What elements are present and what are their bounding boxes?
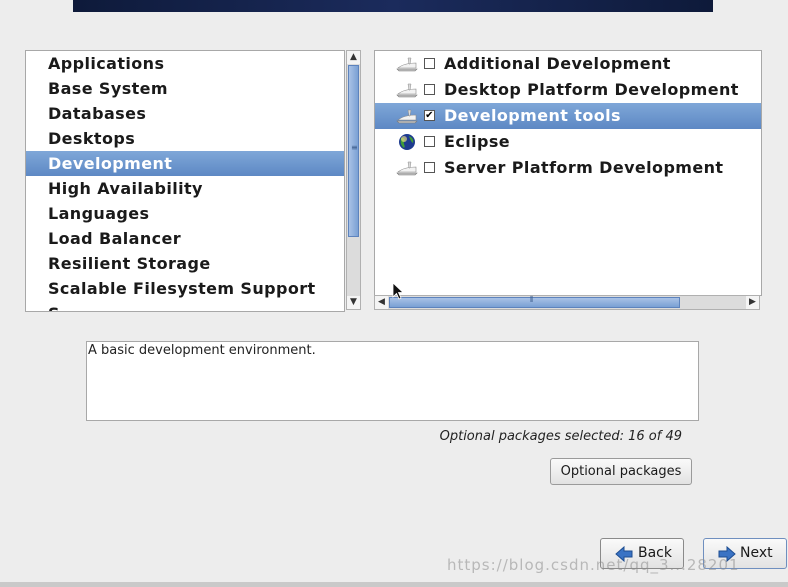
package-icon xyxy=(395,159,419,177)
group-item[interactable]: Eclipse xyxy=(375,129,761,155)
category-item[interactable]: Applications xyxy=(26,51,344,76)
category-item[interactable]: Languages xyxy=(26,201,344,226)
category-item[interactable]: Scalable Filesystem Support xyxy=(26,276,344,301)
group-item[interactable]: Server Platform Development xyxy=(375,155,761,181)
package-icon xyxy=(395,55,419,73)
group-label: Additional Development xyxy=(444,54,671,73)
group-item[interactable]: Additional Development xyxy=(375,51,761,77)
watermark: https://blog.csdn.net/qq_3...28201 xyxy=(447,556,740,574)
group-label: Desktop Platform Development xyxy=(444,80,739,99)
optional-count: Optional packages selected: 16 of 49 xyxy=(439,429,682,444)
group-checkbox[interactable] xyxy=(424,162,435,173)
scroll-down-button[interactable]: ▼ xyxy=(347,296,360,309)
scroll-right-button[interactable]: ▶ xyxy=(746,296,759,309)
bottom-bar xyxy=(0,582,788,587)
category-item[interactable]: Load Balancer xyxy=(26,226,344,251)
group-label: Development tools xyxy=(444,106,621,125)
group-checkbox[interactable] xyxy=(424,136,435,147)
group-checkbox[interactable] xyxy=(424,84,435,95)
group-list[interactable]: Additional Development Desktop Platform D… xyxy=(374,50,762,296)
optional-packages-button[interactable]: Optional packages xyxy=(550,458,692,485)
category-scrollbar[interactable]: ▲ ≡ ▼ xyxy=(346,50,361,310)
category-item[interactable]: High Availability xyxy=(26,176,344,201)
mouse-cursor-icon xyxy=(392,282,404,300)
group-checkbox[interactable]: ✔ xyxy=(424,110,435,121)
grip-icon: ≡ xyxy=(351,143,358,152)
header-banner xyxy=(73,0,713,12)
hscroll-thumb[interactable]: ⦀ xyxy=(389,295,680,308)
scroll-left-button[interactable]: ◀ xyxy=(375,296,388,309)
next-label: Next xyxy=(740,545,773,561)
package-icon xyxy=(395,81,419,99)
group-label: Server Platform Development xyxy=(444,158,724,177)
scroll-up-button[interactable]: ▲ xyxy=(347,51,360,64)
group-item[interactable]: Desktop Platform Development xyxy=(375,77,761,103)
group-hscrollbar[interactable]: ◀ ⦀ ▶ xyxy=(374,295,760,310)
category-item[interactable]: Base System xyxy=(26,76,344,101)
grip-icon: ⦀ xyxy=(530,295,534,304)
group-item[interactable]: ✔ Development tools xyxy=(375,103,761,129)
globe-icon xyxy=(395,133,419,151)
category-item[interactable]: Development xyxy=(26,151,344,176)
group-checkbox[interactable] xyxy=(424,58,435,69)
category-item[interactable]: Databases xyxy=(26,101,344,126)
scroll-thumb[interactable]: ≡ xyxy=(348,65,359,237)
category-list[interactable]: Applications Base System Databases Desktops… xyxy=(25,50,345,312)
description-text: A basic development environment. xyxy=(88,343,316,358)
category-item[interactable]: Resilient Storage xyxy=(26,251,344,276)
group-description: A basic development environment. xyxy=(86,341,699,421)
category-item[interactable]: S xyxy=(26,301,344,311)
group-label: Eclipse xyxy=(444,132,511,151)
package-icon xyxy=(395,107,419,125)
category-item[interactable]: Desktops xyxy=(26,126,344,151)
